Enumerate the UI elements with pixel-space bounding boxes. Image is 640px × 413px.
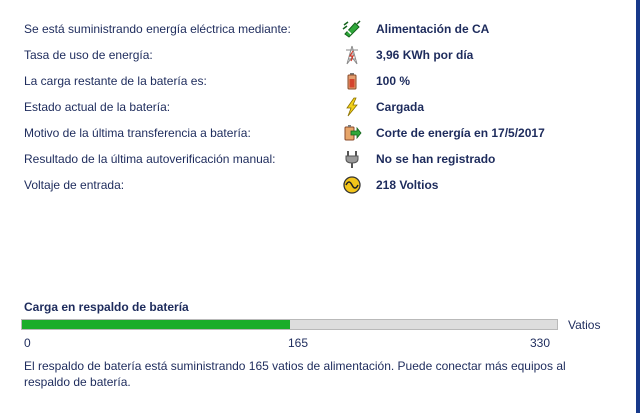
status-row-self-test: Resultado de la última autoverificación … xyxy=(24,148,624,174)
load-tick-label: 0 xyxy=(24,336,31,350)
sine-wave-icon xyxy=(342,175,362,195)
status-list: Se está suministrando energía eléctrica … xyxy=(24,18,624,200)
status-value: 100 % xyxy=(376,74,411,88)
load-tick-label: 330 xyxy=(530,336,551,350)
ac-plug-icon xyxy=(342,19,362,39)
status-label: Resultado de la última autoverificación … xyxy=(24,152,276,166)
status-row-battery-state: Estado actual de la batería: Cargada xyxy=(24,96,624,122)
battery-icon xyxy=(342,71,362,91)
status-value: No se han registrado xyxy=(376,152,496,166)
status-label: Se está suministrando energía eléctrica … xyxy=(24,22,291,36)
load-unit-label: Vatios xyxy=(568,318,601,332)
status-row-battery-charge: La carga restante de la batería es: 100 … xyxy=(24,70,624,96)
status-value: Corte de energía en 17/5/2017 xyxy=(376,126,545,140)
status-value: Cargada xyxy=(376,100,425,114)
power-tower-icon xyxy=(342,45,362,65)
load-title: Carga en respaldo de batería xyxy=(24,300,189,314)
status-label: La carga restante de la batería es: xyxy=(24,74,207,88)
lightning-icon xyxy=(342,97,362,117)
transfer-icon xyxy=(342,123,362,143)
load-description: El respaldo de batería está suministrand… xyxy=(24,359,566,389)
status-label: Motivo de la última transferencia a bate… xyxy=(24,126,251,140)
status-row-energy-usage: Tasa de uso de energía: 3,96 KWh por día xyxy=(24,44,624,70)
status-row-last-transfer: Motivo de la última transferencia a bate… xyxy=(24,122,624,148)
load-bar-fill xyxy=(22,320,290,329)
status-value: 3,96 KWh por día xyxy=(376,48,474,62)
status-value: 218 Voltios xyxy=(376,178,439,192)
status-label: Estado actual de la batería: xyxy=(24,100,171,114)
status-row-input-voltage: Voltaje de entrada: 218 Voltios xyxy=(24,174,624,200)
right-edge-border xyxy=(636,0,640,413)
plug-test-icon xyxy=(342,149,362,169)
status-label: Tasa de uso de energía: xyxy=(24,48,153,62)
status-value: Alimentación de CA xyxy=(376,22,490,36)
status-row-power-source: Se está suministrando energía eléctrica … xyxy=(24,18,624,44)
status-label: Voltaje de entrada: xyxy=(24,178,125,192)
load-bar xyxy=(21,319,558,330)
load-tick-label: 165 xyxy=(288,336,309,350)
